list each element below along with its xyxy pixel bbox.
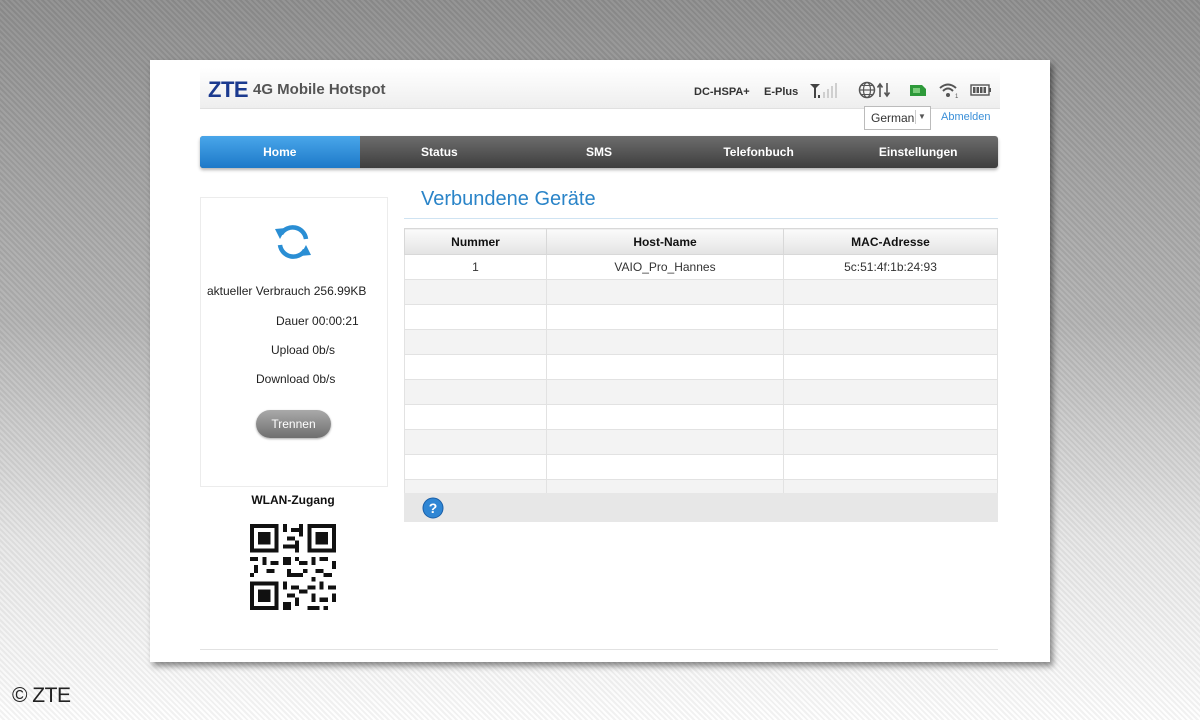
column-header-mac: MAC-Adresse [783, 228, 998, 255]
table-row [404, 304, 998, 330]
table-row [404, 354, 998, 380]
table-cell-number [404, 454, 547, 480]
table-row [404, 454, 998, 480]
table-cell-mac [783, 279, 998, 305]
language-selected-value: German [871, 111, 915, 125]
nav-settings[interactable]: Einstellungen [838, 136, 998, 168]
title-divider [404, 218, 998, 219]
zte-logo: ZTE [208, 77, 249, 102]
wlan-access-title: WLAN-Zugang [251, 493, 335, 507]
table-cell-mac [783, 404, 998, 430]
table-cell-mac [783, 329, 998, 355]
network-provider: E-Plus [764, 86, 799, 98]
battery-icon [970, 84, 991, 96]
connection-duration-text: Dauer 00:00:21 [276, 314, 359, 328]
main-nav: Home Status SMS Telefonbuch Einstellunge… [200, 136, 998, 168]
table-cell-number [404, 304, 547, 330]
table-cell-mac [783, 454, 998, 480]
table-row: 1 VAIO_Pro_Hannes 5c:51:4f:1b:24:93 [404, 254, 998, 280]
table-cell-hostname [546, 379, 784, 405]
table-cell-mac: 5c:51:4f:1b:24:93 [783, 254, 998, 280]
table-cell-number [404, 379, 547, 405]
table-row [404, 404, 998, 430]
download-speed-text: Download 0b/s [256, 372, 336, 386]
table-header-row: Nummer Host-Name MAC-Adresse [404, 228, 998, 255]
table-cell-hostname [546, 354, 784, 380]
internet-connection-icon [858, 81, 891, 99]
nav-sms[interactable]: SMS [519, 136, 679, 168]
connected-devices-title: Verbundene Geräte [421, 188, 596, 210]
table-cell-number [404, 429, 547, 455]
header-bar: ZTE 4G Mobile Hotspot DC-HSPA+ E-Plus 1 [200, 68, 1000, 109]
product-name: 4G Mobile Hotspot [253, 81, 386, 98]
table-row [404, 379, 998, 405]
logout-link[interactable]: Abmelden [941, 111, 991, 123]
svg-text:1: 1 [955, 94, 959, 99]
router-web-ui: ZTE 4G Mobile Hotspot DC-HSPA+ E-Plus 1 … [150, 60, 1050, 662]
column-header-number: Nummer [404, 228, 547, 255]
network-type: DC-HSPA+ [694, 86, 750, 98]
nav-home[interactable]: Home [200, 136, 360, 168]
copyright-text: © ZTE [12, 684, 71, 707]
help-bar: ? [404, 493, 998, 522]
disconnect-button[interactable]: Trennen [256, 410, 331, 438]
table-row [404, 329, 998, 355]
svg-text:?: ? [429, 500, 438, 516]
table-cell-mac [783, 354, 998, 380]
table-row [404, 279, 998, 305]
table-cell-mac [783, 379, 998, 405]
table-cell-hostname [546, 429, 784, 455]
nav-phonebook[interactable]: Telefonbuch [679, 136, 839, 168]
table-cell-hostname [546, 329, 784, 355]
upload-speed-text: Upload 0b/s [271, 343, 336, 357]
wifi-icon: 1 [939, 83, 959, 99]
wlan-qr-code [250, 524, 336, 610]
table-cell-hostname [546, 454, 784, 480]
table-cell-number [404, 354, 547, 380]
table-cell-mac [783, 304, 998, 330]
sim-card-icon [910, 85, 926, 96]
table-cell-number [404, 279, 547, 305]
nav-status[interactable]: Status [360, 136, 520, 168]
table-cell-hostname [546, 304, 784, 330]
connected-devices-table: Nummer Host-Name MAC-Adresse 1 VAIO_Pro_… [404, 228, 998, 505]
signal-strength-icon [810, 83, 837, 98]
refresh-icon[interactable] [273, 222, 313, 262]
table-cell-hostname: VAIO_Pro_Hannes [546, 254, 784, 280]
table-cell-mac [783, 429, 998, 455]
connection-panel: aktueller Verbrauch 256.99KB Dauer 00:00… [200, 197, 388, 487]
table-cell-number: 1 [404, 254, 547, 280]
table-cell-number [404, 404, 547, 430]
table-row [404, 429, 998, 455]
language-select[interactable]: German ▼ [864, 106, 931, 130]
table-cell-number [404, 329, 547, 355]
data-usage-text: aktueller Verbrauch 256.99KB [207, 284, 367, 298]
table-cell-hostname [546, 404, 784, 430]
table-cell-hostname [546, 279, 784, 305]
chevron-down-icon: ▼ [915, 110, 928, 124]
footer-divider [200, 649, 998, 650]
help-icon[interactable]: ? [422, 497, 444, 519]
column-header-hostname: Host-Name [546, 228, 784, 255]
